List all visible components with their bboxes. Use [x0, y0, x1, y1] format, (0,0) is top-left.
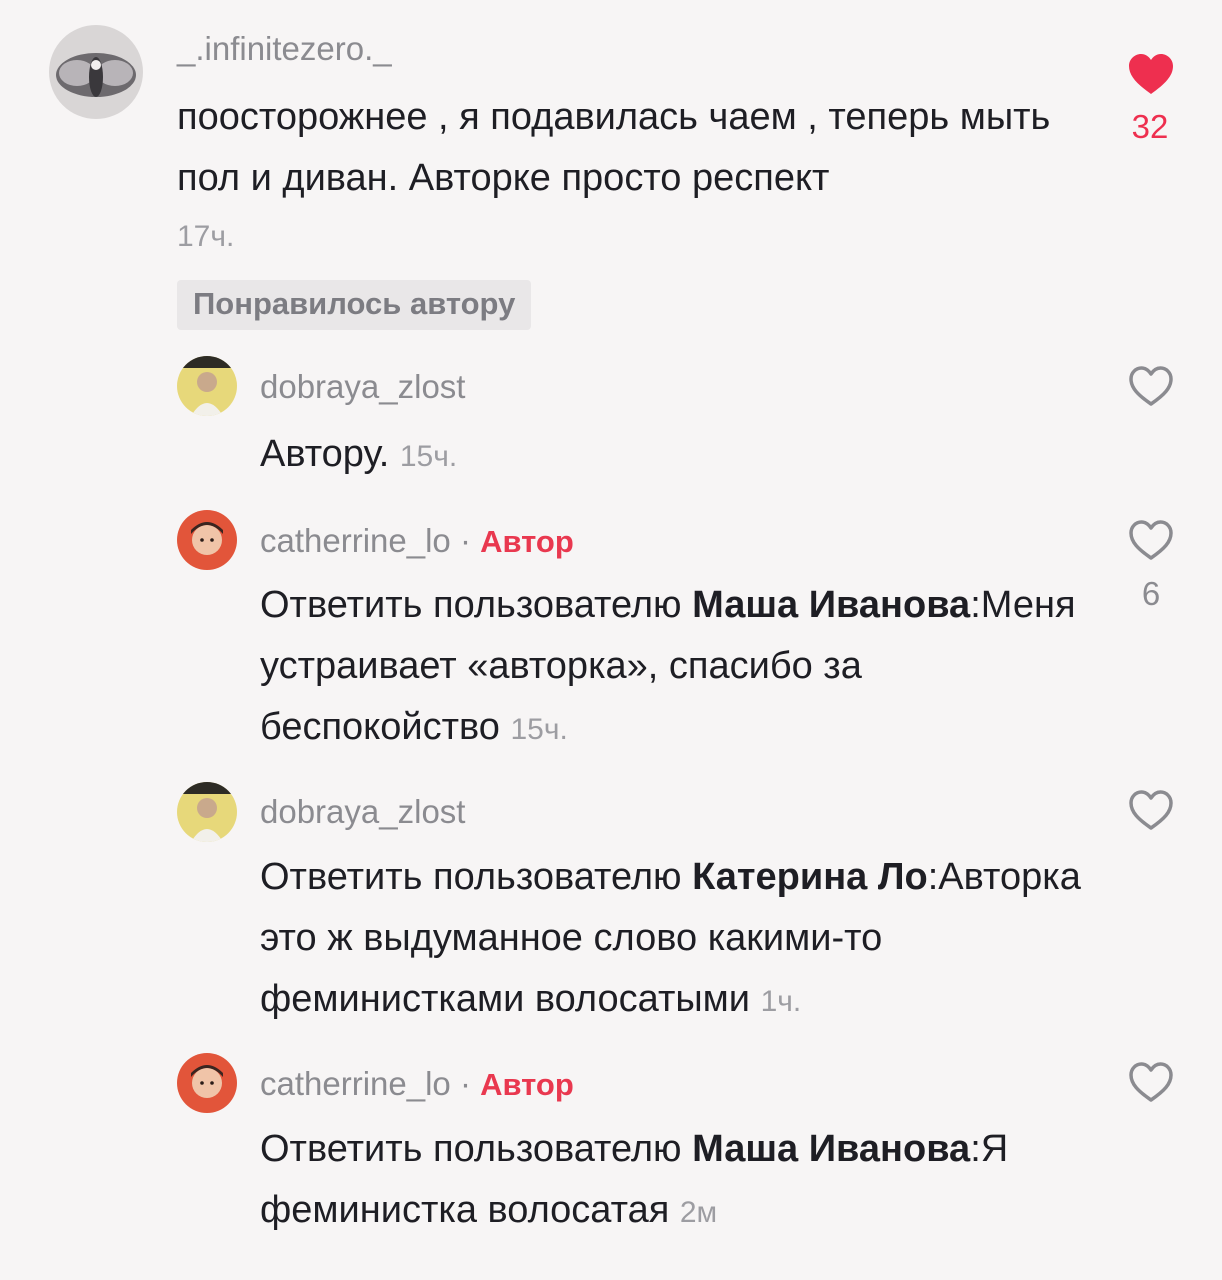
avatar[interactable] — [49, 25, 143, 119]
heart-filled-icon — [1129, 54, 1173, 94]
separator-dot: · — [459, 1065, 471, 1102]
reply-prefix: Ответить пользователю — [260, 856, 693, 898]
comment-text: Ответить пользователю Маша Иванова:Я фем… — [260, 1119, 1100, 1243]
comment-username[interactable]: catherrine_lo · Автор — [260, 522, 574, 560]
comment-username[interactable]: dobraya_zlost — [260, 793, 465, 831]
comment-text-content: поосторожнее , я подавилась чаем , тепер… — [177, 96, 1051, 199]
like-count: 6 — [1141, 575, 1161, 612]
comment-text-content: Автору. — [260, 433, 390, 475]
comment-text: поосторожнее , я подавилась чаем , тепер… — [177, 87, 1077, 209]
comment-username[interactable]: dobraya_zlost — [260, 368, 465, 406]
comment-time: 15ч. — [510, 713, 568, 746]
liked-by-author-badge: Понравилось автору — [177, 280, 532, 330]
avatar[interactable] — [177, 356, 237, 416]
comment-time: 1ч. — [760, 985, 802, 1018]
username-text[interactable]: catherrine_lo — [260, 522, 451, 559]
reply-target[interactable]: Маша Иванова — [692, 1128, 970, 1170]
comment-time: 17ч. — [177, 220, 235, 253]
avatar[interactable] — [177, 1053, 237, 1113]
reply-prefix: Ответить пользователю — [260, 584, 693, 626]
reply-prefix: Ответить пользователю — [260, 1128, 693, 1170]
reply-target[interactable]: Маша Иванова — [692, 584, 970, 626]
username-text[interactable]: catherrine_lo — [260, 1065, 451, 1102]
comment-username[interactable]: _.infinitezero._ — [177, 30, 392, 68]
comment-text: Автору. 15ч. — [260, 424, 1100, 487]
like-button[interactable] — [1127, 518, 1175, 562]
like-button[interactable] — [1127, 788, 1175, 832]
heart-outline-icon — [1129, 1062, 1173, 1102]
like-button[interactable] — [1127, 52, 1175, 96]
comment-text: Ответить пользователю Катерина Ло:Авторк… — [260, 847, 1110, 1032]
avatar[interactable] — [177, 782, 237, 842]
separator-dot: · — [459, 522, 471, 559]
avatar[interactable] — [177, 510, 237, 570]
like-button[interactable] — [1127, 364, 1175, 408]
reply-target[interactable]: Катерина Ло — [692, 856, 928, 898]
comment-text: Ответить пользователю Маша Иванова:Меня … — [260, 575, 1100, 760]
like-button[interactable] — [1127, 1060, 1175, 1104]
heart-outline-icon — [1129, 366, 1173, 406]
heart-outline-icon — [1129, 790, 1173, 830]
author-label: Автор — [480, 1067, 574, 1102]
comment-time: 2м — [679, 1196, 718, 1229]
comment-time: 15ч. — [399, 440, 458, 473]
like-count: 32 — [1131, 108, 1169, 145]
author-label: Автор — [480, 524, 574, 559]
heart-outline-icon — [1129, 520, 1173, 560]
comment-username[interactable]: catherrine_lo · Автор — [260, 1065, 574, 1103]
